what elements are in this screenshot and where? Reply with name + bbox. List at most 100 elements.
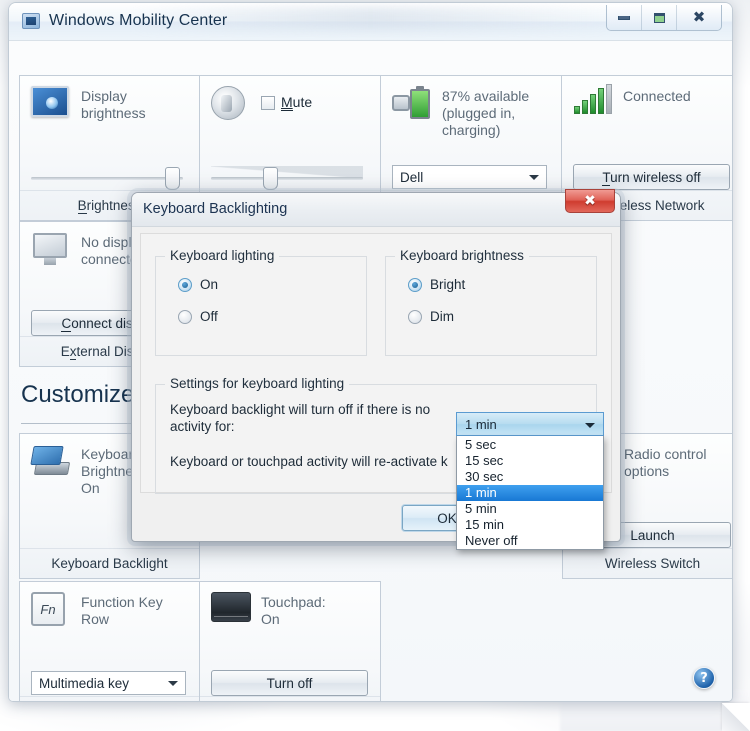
tile-footer-fn-key[interactable]: Fn Key Behavior: [20, 696, 199, 701]
radio-indicator[interactable]: [178, 309, 192, 324]
group-title-keyboard-lighting: Keyboard lighting: [165, 248, 280, 263]
dialog-content-panel: Keyboard lighting On Off Keyboard bright…: [140, 233, 612, 550]
chevron-down-icon: [529, 175, 539, 180]
tile-footer-wireless-switch[interactable]: Wireless Switch: [563, 548, 732, 578]
tile-touchpad[interactable]: Touchpad: On Turn off Adjust Touchpad: [200, 581, 381, 701]
battery-plan-select[interactable]: Dell: [392, 165, 547, 189]
radio-label: Off: [200, 309, 218, 324]
tile-control: Turn off: [211, 666, 369, 700]
speaker-icon: [211, 86, 251, 126]
function-key-icon: Fn: [31, 592, 71, 632]
combobox-option[interactable]: 15 sec: [457, 453, 603, 469]
screen: Windows Mobility Center ✖ Display bright…: [0, 0, 750, 731]
radio-brightness-bright[interactable]: Bright: [408, 277, 465, 292]
turn-wireless-off-button[interactable]: Turn wireless off: [573, 164, 730, 190]
close-icon: ✖: [692, 8, 706, 26]
maximize-icon: [653, 12, 665, 23]
accel-letter: C: [61, 315, 72, 332]
combobox-dropdown-list[interactable]: 5 sec 15 sec 30 sec 1 min 5 min 15 min N…: [456, 436, 604, 550]
backlight-timeout-combobox[interactable]: 1 min 5 sec 15 sec 30 sec 1 min 5 min 15…: [456, 412, 604, 550]
combobox-field[interactable]: 1 min: [456, 412, 604, 436]
volume-slider[interactable]: [211, 164, 363, 190]
mute-label: Mute: [281, 94, 313, 111]
tile-header: Display brightness: [31, 86, 188, 160]
mobility-center-icon: [22, 13, 40, 29]
tile-footer-keyboard-backlight[interactable]: Keyboard Backlight: [20, 548, 199, 578]
chevron-down-icon: [168, 681, 178, 686]
brightness-slider[interactable]: [31, 164, 183, 190]
tile-label: Connected: [623, 88, 691, 104]
turn-off-touchpad-button[interactable]: Turn off: [211, 670, 368, 696]
tile-fn-key-behavior[interactable]: Fn Function Key Row Multimedia key: [19, 581, 200, 701]
battery-plan-value: Dell: [400, 169, 424, 185]
fn-key-value: Multimedia key: [39, 675, 130, 691]
tile-control: [211, 160, 369, 194]
wireless-signal-icon: [573, 84, 613, 126]
minimize-icon: [618, 15, 630, 20]
button-label: urn wireless off: [610, 169, 701, 185]
dialog-close-button[interactable]: ✖: [565, 189, 615, 213]
tile-header: Connected: [573, 84, 731, 160]
window-controls: ✖: [606, 5, 722, 31]
minimize-button[interactable]: [607, 5, 642, 30]
combobox-option-selected[interactable]: 1 min: [457, 485, 603, 501]
tile-label: Function Key Row: [81, 594, 163, 627]
radio-keyboard-lighting-on[interactable]: On: [178, 277, 218, 292]
chevron-down-icon[interactable]: [585, 423, 595, 428]
tile-header: Touchpad: On: [211, 592, 369, 666]
combobox-option[interactable]: 30 sec: [457, 469, 603, 485]
radio-indicator[interactable]: [408, 277, 422, 292]
combobox-value: 1 min: [465, 416, 497, 432]
settings-group: Settings for keyboard lighting Keyboard …: [155, 376, 604, 550]
radio-brightness-dim[interactable]: Dim: [408, 309, 454, 324]
tile-footer-label: ireless Network: [612, 198, 705, 213]
external-display-icon: [31, 232, 71, 272]
slider-track: [211, 177, 363, 180]
tile-footer-touchpad[interactable]: Adjust Touchpad: [200, 696, 380, 701]
tile-label: 87% available (plugged in, charging): [442, 88, 530, 138]
close-icon: ✖: [584, 193, 596, 209]
combobox-option[interactable]: 5 min: [457, 501, 603, 517]
slider-track: [31, 177, 183, 180]
tile-label: Touchpad: On: [261, 594, 326, 627]
group-title-keyboard-brightness: Keyboard brightness: [395, 248, 529, 263]
tile-label: Display brightness: [81, 88, 146, 121]
maximize-button[interactable]: [642, 5, 677, 30]
window-titlebar[interactable]: Windows Mobility Center ✖: [9, 3, 732, 41]
timeout-label: Keyboard backlight will turn off if ther…: [170, 402, 431, 434]
slider-thumb[interactable]: [263, 167, 278, 190]
keyboard-brightness-group: Keyboard brightness Bright Dim: [385, 248, 597, 356]
slider-thumb[interactable]: [165, 167, 180, 190]
keyboard-backlighting-dialog: Keyboard Backlighting ✖ Keyboard lightin…: [131, 189, 621, 550]
combobox-option[interactable]: 5 sec: [457, 437, 603, 453]
tile-control: [31, 160, 188, 194]
dialog-titlebar[interactable]: Keyboard Backlighting ✖: [132, 189, 620, 227]
radio-indicator[interactable]: [178, 277, 192, 292]
mute-checkbox-row[interactable]: Mute: [261, 86, 312, 111]
display-brightness-icon: [31, 86, 71, 126]
tile-label: Radio control options: [624, 446, 707, 479]
radio-label: On: [200, 277, 219, 292]
tile-control: Dell: [392, 160, 550, 194]
accel-letter: T: [602, 169, 611, 186]
customize-heading: Customize: [21, 381, 135, 408]
tile-header: 87% available (plugged in, charging): [392, 86, 550, 160]
tile-control: Multimedia key: [31, 666, 188, 700]
close-button[interactable]: ✖: [677, 5, 721, 30]
tile-header: Fn Function Key Row: [31, 592, 188, 666]
radio-indicator[interactable]: [408, 309, 422, 324]
combobox-option[interactable]: Never off: [457, 533, 603, 549]
window-title: Windows Mobility Center: [49, 12, 228, 29]
dialog-title: Keyboard Backlighting: [143, 201, 288, 217]
radio-label: Bright: [430, 277, 466, 292]
help-icon[interactable]: ?: [693, 667, 715, 689]
dialog-body: Keyboard lighting On Off Keyboard bright…: [132, 227, 620, 550]
reactivate-label: Keyboard or touchpad activity will re-ac…: [170, 454, 448, 469]
combobox-option[interactable]: 15 min: [457, 517, 603, 533]
page-fold-decoration: [722, 703, 750, 731]
fn-key-select[interactable]: Multimedia key: [31, 671, 186, 695]
radio-keyboard-lighting-off[interactable]: Off: [178, 309, 218, 324]
touchpad-icon: [211, 592, 251, 632]
mute-checkbox[interactable]: [261, 95, 275, 110]
keyboard-lighting-group: Keyboard lighting On Off: [155, 248, 367, 356]
